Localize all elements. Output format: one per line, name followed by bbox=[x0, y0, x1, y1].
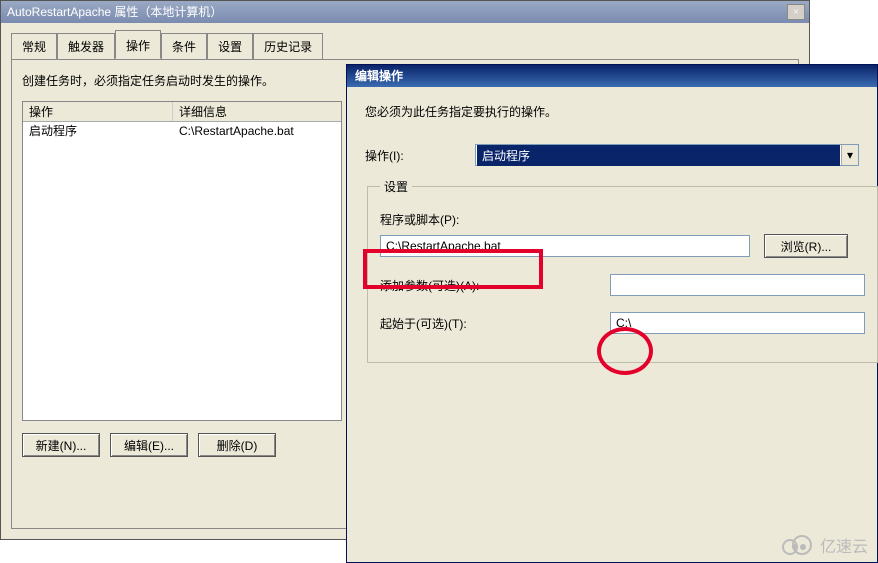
watermark-text: 亿速云 bbox=[820, 533, 868, 557]
edit-action-dialog: 编辑操作 您必须为此任务指定要执行的操作。 操作(I): 启动程序 ▾ 设置 程… bbox=[346, 64, 878, 563]
table-header: 操作 详细信息 bbox=[23, 102, 341, 122]
startin-row: 起始于(可选)(T): bbox=[380, 312, 865, 334]
action-combobox[interactable]: 启动程序 ▾ bbox=[475, 144, 859, 166]
cloud-icon bbox=[778, 533, 816, 557]
new-button[interactable]: 新建(N)... bbox=[22, 433, 100, 457]
script-row: 浏览(R)... bbox=[380, 234, 865, 258]
action-selected: 启动程序 bbox=[477, 145, 840, 166]
script-input[interactable] bbox=[380, 235, 750, 257]
args-row: 添加参数(可选)(A): bbox=[380, 274, 865, 296]
actions-table[interactable]: 操作 详细信息 启动程序 C:\RestartApache.bat bbox=[22, 101, 342, 421]
settings-groupbox: 设置 程序或脚本(P): 浏览(R)... 添加参数(可选)(A): 起始于(可… bbox=[367, 178, 878, 363]
tab-strip: 常规 触发器 操作 条件 设置 历史记录 bbox=[11, 33, 799, 59]
close-icon[interactable]: × bbox=[787, 4, 805, 20]
delete-button[interactable]: 删除(D) bbox=[198, 433, 276, 457]
action-label: 操作(I): bbox=[365, 147, 475, 164]
startin-input[interactable] bbox=[610, 312, 865, 334]
cell-details: C:\RestartApache.bat bbox=[173, 122, 341, 140]
chevron-down-icon[interactable]: ▾ bbox=[841, 145, 858, 165]
tab-conditions[interactable]: 条件 bbox=[161, 33, 207, 60]
table-row[interactable]: 启动程序 C:\RestartApache.bat bbox=[23, 122, 341, 140]
properties-title: AutoRestartApache 属性（本地计算机） bbox=[7, 1, 222, 23]
tab-actions[interactable]: 操作 bbox=[115, 30, 161, 59]
args-input[interactable] bbox=[610, 274, 865, 296]
startin-label: 起始于(可选)(T): bbox=[380, 315, 610, 332]
cell-action: 启动程序 bbox=[23, 122, 173, 140]
properties-titlebar: AutoRestartApache 属性（本地计算机） × bbox=[1, 1, 809, 23]
browse-button[interactable]: 浏览(R)... bbox=[764, 234, 848, 258]
tab-settings[interactable]: 设置 bbox=[207, 33, 253, 60]
tab-general[interactable]: 常规 bbox=[11, 33, 57, 60]
col-details[interactable]: 详细信息 bbox=[173, 102, 341, 121]
tab-triggers[interactable]: 触发器 bbox=[57, 33, 115, 60]
col-action[interactable]: 操作 bbox=[23, 102, 173, 121]
edit-button[interactable]: 编辑(E)... bbox=[110, 433, 188, 457]
action-row: 操作(I): 启动程序 ▾ bbox=[365, 144, 859, 166]
edit-action-title: 编辑操作 bbox=[347, 65, 877, 87]
edit-action-body: 您必须为此任务指定要执行的操作。 操作(I): 启动程序 ▾ 设置 程序或脚本(… bbox=[347, 87, 877, 373]
watermark: 亿速云 bbox=[778, 533, 868, 557]
args-label: 添加参数(可选)(A): bbox=[380, 277, 610, 294]
script-label: 程序或脚本(P): bbox=[380, 211, 865, 228]
settings-legend: 设置 bbox=[380, 178, 412, 195]
tab-history[interactable]: 历史记录 bbox=[253, 33, 323, 60]
edit-action-instruction: 您必须为此任务指定要执行的操作。 bbox=[365, 103, 859, 120]
